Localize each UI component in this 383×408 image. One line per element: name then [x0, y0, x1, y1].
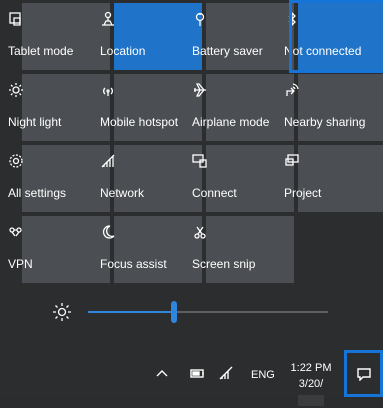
tile-label: Mobile hotspot [100, 115, 179, 129]
tile-night-light[interactable]: Night light [8, 74, 110, 141]
focus-assist-icon [100, 224, 116, 240]
tile-airplane-mode[interactable]: Airplane mode [192, 74, 294, 141]
clock-date-text: 3/20/ [298, 378, 324, 390]
connect-icon [192, 153, 208, 169]
action-center-button[interactable] [344, 350, 383, 397]
vpn-icon [8, 224, 24, 240]
taskbar: ENG 1:22 PM 3/20/ [0, 350, 383, 406]
location-icon [100, 11, 116, 27]
tile-label: Project [284, 186, 322, 200]
tile-connect[interactable]: Connect [192, 145, 294, 212]
network-icon [100, 153, 116, 169]
tile-label: Network [100, 186, 145, 200]
tile-location[interactable]: Location [100, 3, 202, 70]
nearby-sharing-icon [284, 82, 300, 98]
taskbar-clock[interactable]: 1:22 PM 3/20/ [286, 360, 336, 408]
screen-snip-icon [192, 224, 208, 240]
clock-time: 1:22 PM [290, 362, 332, 374]
tile-vpn[interactable]: VPN [8, 216, 110, 283]
brightness-slider-fill [88, 311, 175, 313]
brightness-control [30, 292, 360, 332]
tile-label: Airplane mode [192, 115, 270, 129]
tile-project[interactable]: Project [284, 145, 383, 212]
tile-label: Location [100, 44, 146, 58]
tile-label: Battery saver [192, 44, 263, 58]
tile-battery-saver[interactable]: Battery saver [192, 3, 294, 70]
tile-network[interactable]: Network [100, 145, 202, 212]
notification-icon [356, 367, 371, 381]
tile-tablet-mode[interactable]: Tablet mode [8, 3, 110, 70]
tile-label: Night light [8, 115, 62, 129]
network-icon[interactable] [218, 366, 234, 380]
tile-label: Nearby sharing [284, 115, 366, 129]
mobile-hotspot-icon [100, 82, 116, 98]
brightness-icon [53, 303, 71, 321]
battery-icon[interactable] [190, 366, 206, 380]
brightness-slider[interactable] [88, 311, 328, 313]
action-center-panel: Tablet mode Location Battery saver Not c… [0, 0, 383, 397]
tile-label: Screen snip [192, 257, 256, 271]
airplane-mode-icon [192, 82, 208, 98]
tile-nearby-sharing[interactable]: Nearby sharing [284, 74, 383, 141]
tile-label: VPN [8, 257, 33, 271]
tablet-mode-icon [8, 11, 24, 27]
tile-screen-snip[interactable]: Screen snip [192, 216, 294, 283]
tile-label: Not connected [284, 44, 362, 58]
night-light-icon [8, 82, 24, 98]
battery-saver-icon [192, 11, 208, 27]
tile-label: Tablet mode [8, 44, 74, 58]
tile-label: Connect [192, 186, 237, 200]
bluetooth-icon [284, 11, 300, 27]
tile-label: All settings [8, 186, 67, 200]
tile-mobile-hotspot[interactable]: Mobile hotspot [100, 74, 202, 141]
show-hidden-icons-chevron-icon[interactable] [155, 366, 169, 380]
tile-focus-assist[interactable]: Focus assist [100, 216, 202, 283]
tile-label: Focus assist [100, 257, 167, 271]
clock-date: 3/20/ [286, 376, 336, 408]
tile-all-settings[interactable]: All settings [8, 145, 110, 212]
input-language-indicator[interactable]: ENG [251, 369, 275, 381]
project-icon [284, 153, 300, 169]
quick-actions-grid: Tablet mode Location Battery saver Not c… [8, 0, 383, 283]
empty-slot [298, 216, 383, 283]
date-redaction [298, 394, 324, 406]
brightness-slider-thumb[interactable] [171, 301, 178, 323]
tile-bluetooth[interactable]: Not connected [284, 0, 383, 73]
settings-icon [8, 153, 24, 169]
